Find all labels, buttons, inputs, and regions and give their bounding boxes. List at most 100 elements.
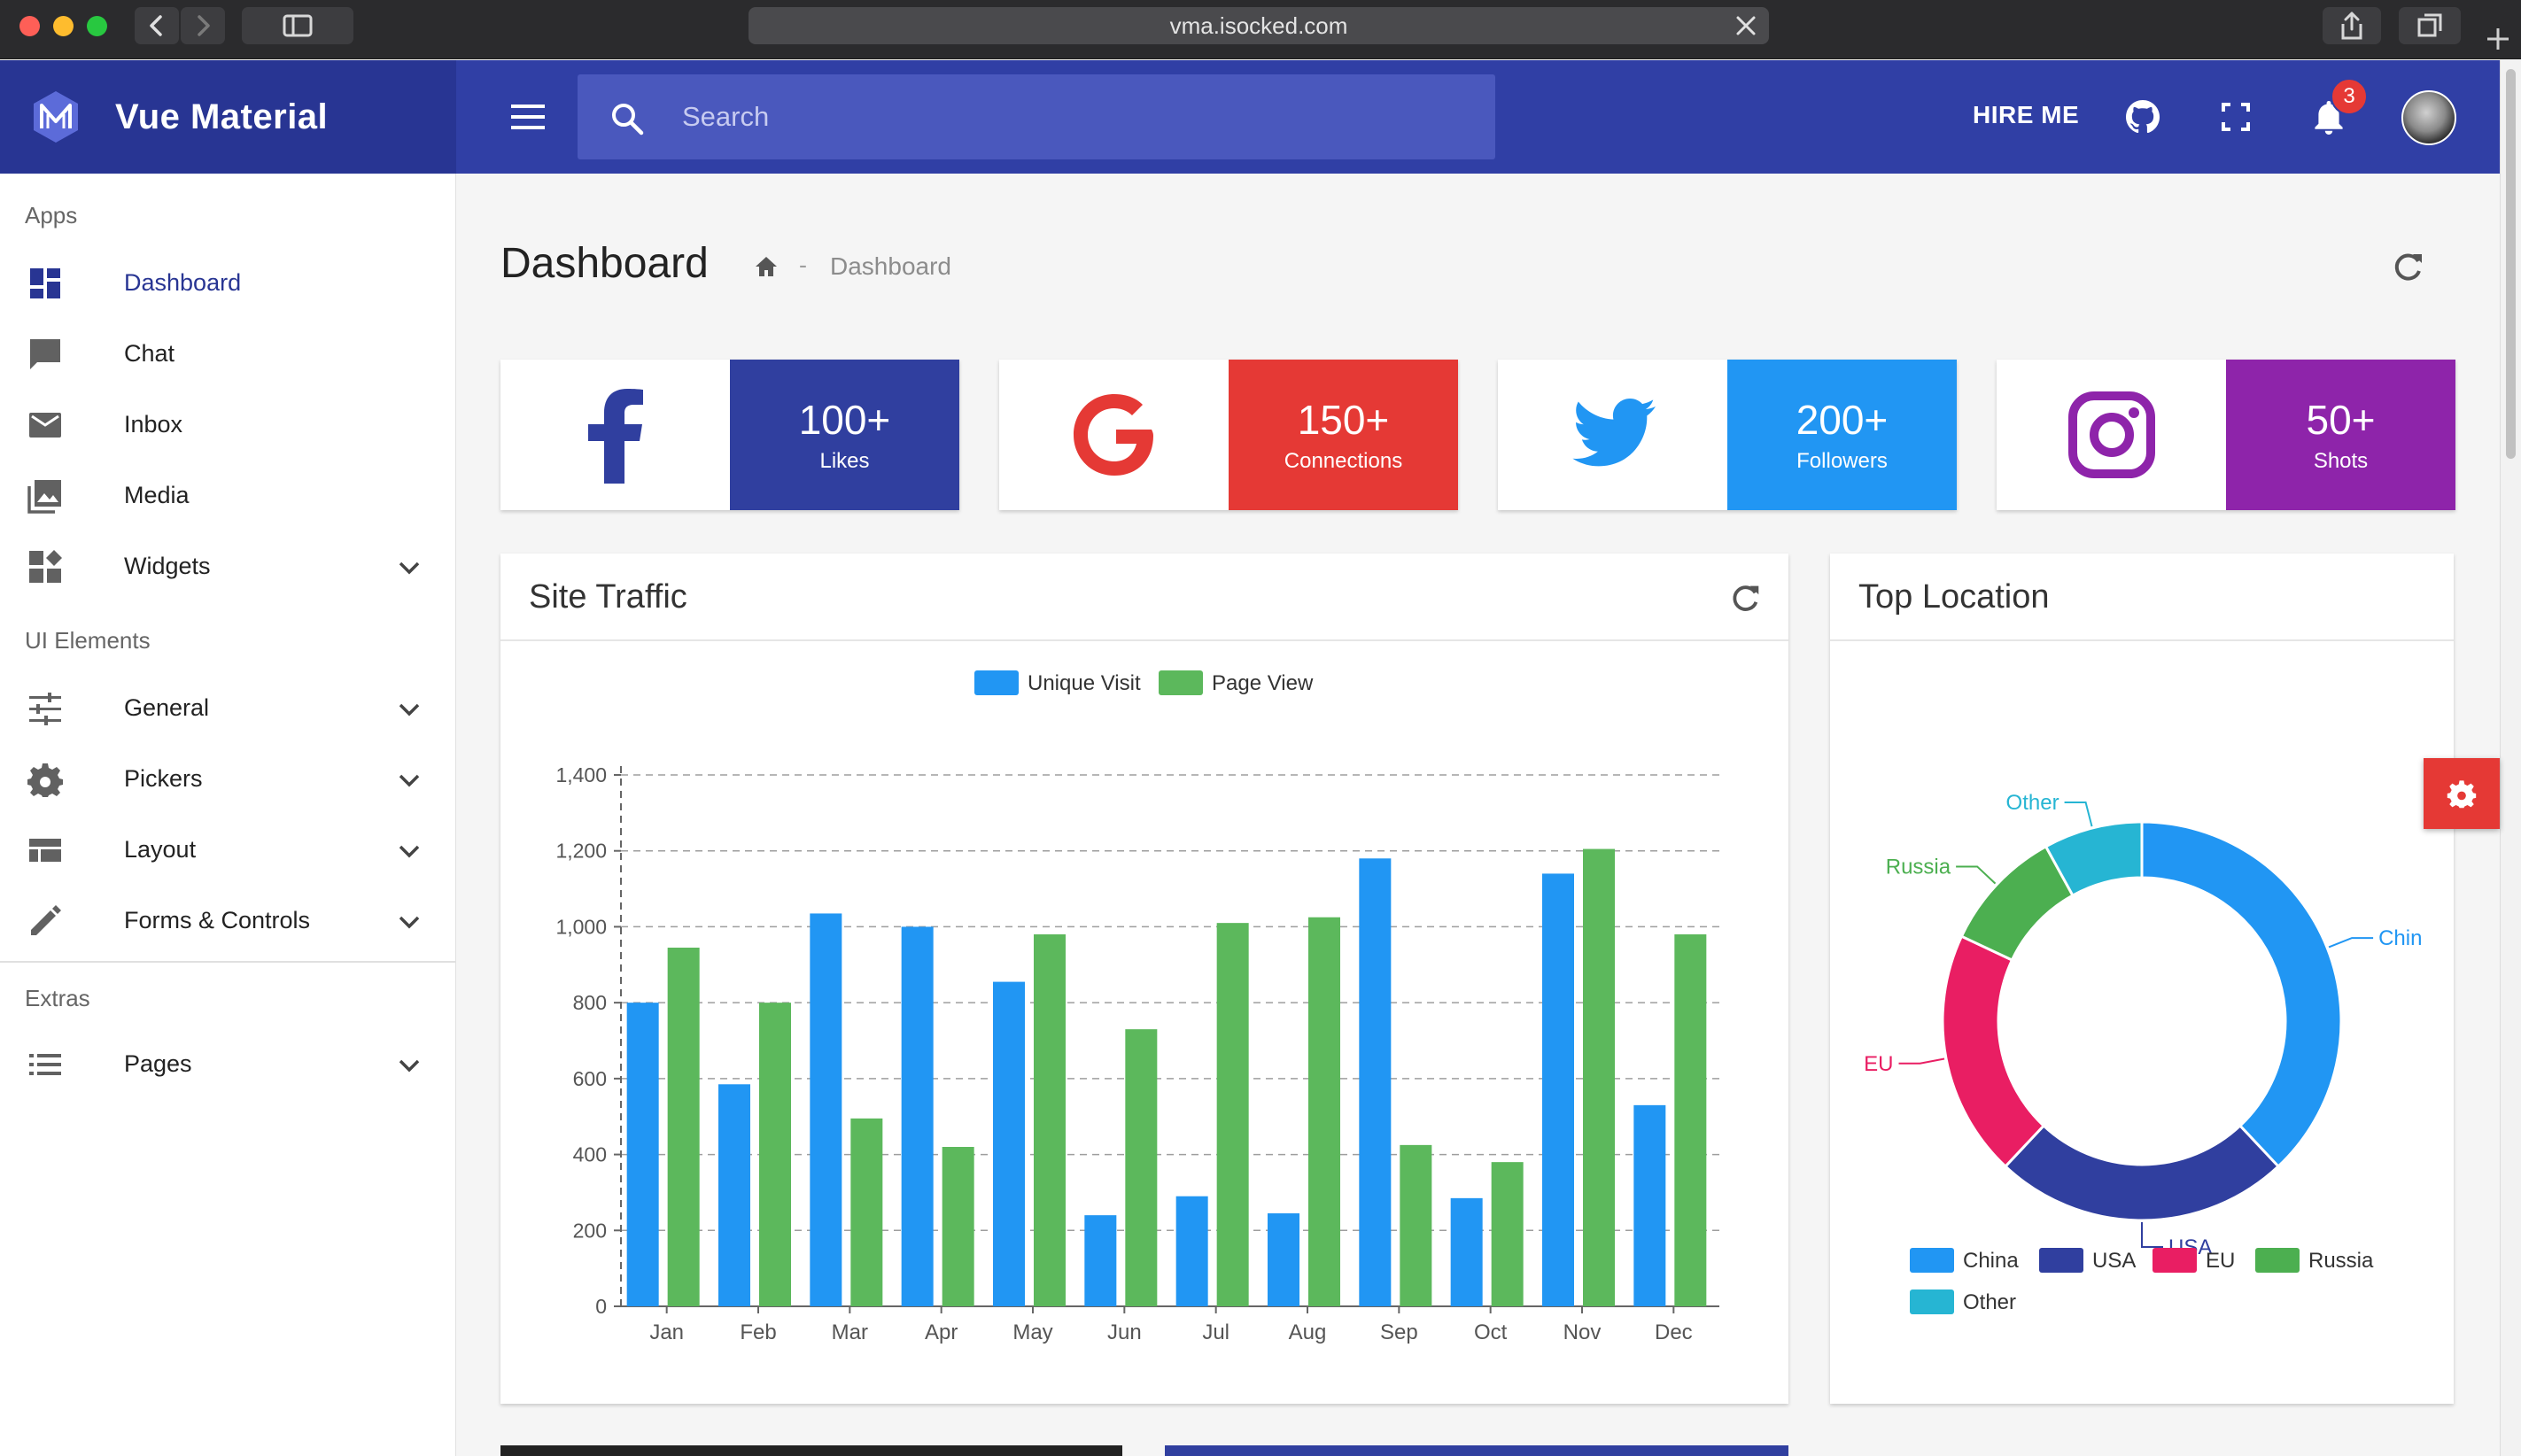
sidebar-item-label: Widgets [124, 552, 211, 579]
refresh-icon[interactable] [1726, 580, 1764, 617]
sidebar-toggle-button[interactable] [242, 7, 353, 44]
home-icon[interactable] [753, 253, 780, 280]
card-divider [500, 639, 1788, 641]
legend-swatch [974, 670, 1019, 695]
legend-label: Page View [1212, 671, 1314, 695]
chevron-down-icon [399, 845, 420, 858]
sidebar-section-extras: Extras [25, 985, 90, 1011]
dashboard-icon [30, 268, 60, 298]
chevron-down-icon [399, 1059, 420, 1073]
x-tick-label: Mar [832, 1320, 868, 1344]
callout-line [2328, 937, 2374, 949]
bar-page-view [1034, 934, 1066, 1306]
vue-material-logo-icon[interactable] [28, 89, 83, 144]
sidebar-item-general[interactable]: General [0, 672, 455, 743]
stat-label: Likes [819, 449, 870, 473]
stat-label: Connections [1284, 449, 1403, 473]
chevron-right-icon [198, 15, 210, 36]
legend-swatch [1159, 670, 1203, 695]
scrollbar-thumb[interactable] [2506, 69, 2516, 459]
sidebar-item-pages[interactable]: Pages [0, 1028, 455, 1099]
sidebar-item-label: Inbox [124, 410, 183, 438]
twitter-icon [1571, 399, 1656, 467]
stat-value-block: 50+ Shots [2226, 360, 2455, 510]
legend-label: China [1963, 1249, 2019, 1273]
stat-label: Shots [2313, 449, 2369, 473]
bar-unique-visit [1084, 1215, 1117, 1306]
chevron-down-icon [399, 916, 420, 929]
sidebar-item-media[interactable]: Media [0, 460, 455, 531]
window-zoom-button[interactable] [87, 16, 107, 36]
callout-label: Russia [1886, 855, 1951, 879]
legend-swatch [2255, 1248, 2300, 1273]
search-input[interactable] [682, 74, 1462, 159]
hamburger-menu-icon[interactable] [509, 99, 547, 135]
window-minimize-button[interactable] [53, 16, 74, 36]
list-icon [29, 1054, 61, 1075]
stat-card-google[interactable]: 150+ Connections [999, 360, 1458, 510]
sidebar-item-label: Media [124, 481, 190, 508]
settings-fab-button[interactable] [2424, 758, 2500, 829]
address-bar[interactable]: vma.isocked.com [749, 7, 1769, 44]
stat-card-facebook[interactable]: 100+ Likes [500, 360, 959, 510]
tabs-overview-button[interactable] [2399, 7, 2461, 44]
window-close-button[interactable] [19, 16, 40, 36]
page-scrollbar[interactable] [2500, 60, 2521, 1456]
github-icon[interactable] [2123, 97, 2162, 136]
donut-slice-usa [2003, 1123, 2281, 1222]
y-tick-label: 800 [573, 991, 607, 1014]
stat-card-instagram[interactable]: 50+ Shots [1997, 360, 2455, 510]
card-divider [1830, 639, 2454, 641]
y-tick-label: 400 [573, 1143, 607, 1166]
sidebar-divider [0, 961, 455, 963]
bar-page-view [942, 1147, 974, 1306]
close-icon[interactable] [1734, 13, 1758, 38]
plus-icon [2487, 28, 2509, 50]
sidebar-item-chat[interactable]: Chat [0, 318, 455, 389]
chevron-down-icon [399, 561, 420, 575]
share-button[interactable] [2323, 7, 2381, 44]
refresh-icon[interactable] [2388, 248, 2427, 287]
legend-swatch [1910, 1248, 1954, 1273]
chevron-left-icon [150, 15, 162, 36]
settings-gear-icon [2447, 780, 2477, 809]
x-tick-label: Jul [1202, 1320, 1229, 1344]
callout-label: EU [1864, 1052, 1893, 1076]
search-box[interactable] [578, 74, 1495, 159]
sidebar-item-pickers[interactable]: Pickers [0, 743, 455, 814]
new-tab-button[interactable] [2480, 21, 2516, 57]
stat-value-block: 150+ Connections [1229, 360, 1458, 510]
bar-page-view [667, 948, 700, 1306]
sidebar-item-inbox[interactable]: Inbox [0, 389, 455, 460]
stat-card-twitter[interactable]: 200+ Followers [1498, 360, 1957, 510]
site-traffic-bar-chart: Unique Visit Page View 0 200 400 600 800 1,000 1… [555, 670, 1719, 1344]
stat-icon-area [500, 360, 730, 510]
sidebar-item-label: Pages [124, 1049, 192, 1077]
forward-button[interactable] [181, 7, 225, 44]
back-button[interactable] [135, 7, 179, 44]
fullscreen-icon[interactable] [2216, 97, 2255, 136]
bar-page-view [1125, 1029, 1158, 1306]
stat-value: 150+ [1297, 397, 1390, 443]
bar-unique-visit [1633, 1104, 1666, 1306]
address-text: vma.isocked.com [1169, 12, 1348, 39]
x-tick-label: Dec [1655, 1320, 1693, 1344]
sidebar-item-forms-controls[interactable]: Forms & Controls [0, 885, 455, 956]
sidebar-item-dashboard[interactable]: Dashboard [0, 247, 455, 318]
sidebar-section-apps: Apps [25, 202, 78, 228]
x-tick-label: Feb [740, 1320, 776, 1344]
stat-icon-area [999, 360, 1229, 510]
user-avatar[interactable] [2401, 90, 2456, 145]
bar-unique-visit [810, 913, 842, 1306]
y-tick-label: 600 [573, 1067, 607, 1090]
brand-name[interactable]: Vue Material [115, 97, 328, 137]
sidebar-item-layout[interactable]: Layout [0, 814, 455, 885]
instagram-icon [2067, 391, 2155, 478]
bar-unique-visit [1542, 873, 1574, 1306]
y-tick-label: 1,000 [555, 915, 607, 938]
stat-value: 200+ [1796, 397, 1889, 443]
hire-me-button[interactable]: HIRE ME [1973, 101, 2079, 129]
mail-icon [29, 413, 61, 438]
next-card-preview [500, 1445, 1122, 1456]
sidebar-item-widgets[interactable]: Widgets [0, 531, 455, 601]
